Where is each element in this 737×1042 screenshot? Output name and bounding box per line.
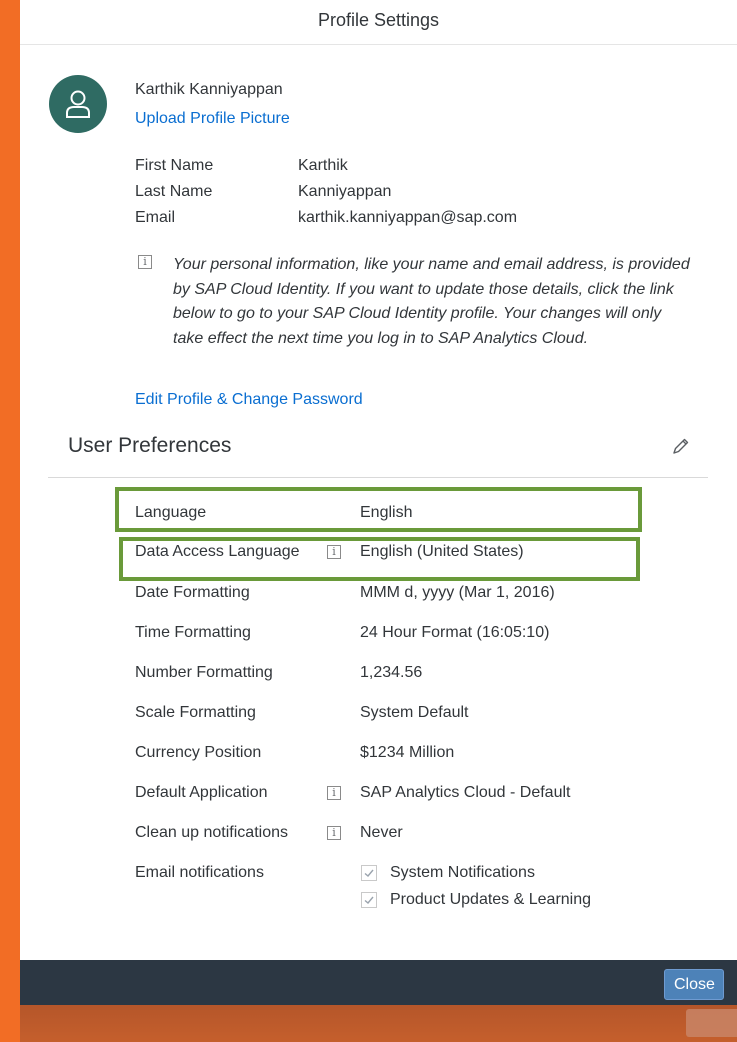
background-reflection [20, 1005, 737, 1042]
last-name-value: Kanniyappan [298, 183, 392, 200]
first-name-label: First Name [135, 157, 214, 174]
default-application-label: Default Application [135, 784, 268, 801]
language-highlight-box [115, 487, 642, 532]
close-button-reflection [686, 1009, 737, 1037]
pencil-icon[interactable] [671, 436, 691, 456]
time-formatting-value: 24 Hour Format (16:05:10) [360, 624, 550, 641]
data-access-language-highlight-box [119, 537, 640, 581]
info-icon[interactable]: i [327, 826, 341, 840]
system-notifications-label: System Notifications [390, 864, 535, 881]
person-icon [66, 90, 90, 118]
dialog-header: Profile Settings [20, 0, 737, 45]
date-formatting-label: Date Formatting [135, 584, 250, 601]
currency-position-label: Currency Position [135, 744, 262, 761]
info-icon[interactable]: i [327, 786, 341, 800]
scale-formatting-label: Scale Formatting [135, 704, 256, 721]
clean-up-notifications-value: Never [360, 824, 403, 841]
number-formatting-value: 1,234.56 [360, 664, 423, 681]
clean-up-notifications-label: Clean up notifications [135, 824, 288, 841]
last-name-label: Last Name [135, 183, 213, 200]
upload-profile-picture-link[interactable]: Upload Profile Picture [135, 110, 290, 128]
close-button[interactable]: Close [664, 969, 724, 1000]
date-formatting-value: MMM d, yyyy (Mar 1, 2016) [360, 584, 555, 601]
profile-info-text: Your personal information, like your nam… [173, 256, 690, 347]
avatar [49, 75, 107, 133]
profile-settings-dialog: Profile Settings Karthik Kanniyappan Upl… [20, 0, 737, 1005]
checkmark-icon [364, 896, 374, 904]
currency-position-value: $1234 Million [360, 744, 455, 761]
dialog-footer [20, 960, 737, 1005]
scale-formatting-value: System Default [360, 704, 469, 721]
profile-name: Karthik Kanniyappan [135, 81, 283, 98]
first-name-value: Karthik [298, 157, 348, 174]
product-updates-checkbox[interactable] [361, 892, 377, 908]
user-preferences-title: User Preferences [68, 434, 232, 457]
info-icon: i [138, 255, 152, 269]
email-value: karthik.kanniyappan@sap.com [298, 209, 518, 226]
checkmark-icon [364, 869, 374, 877]
default-application-value: SAP Analytics Cloud - Default [360, 784, 571, 801]
product-updates-label: Product Updates & Learning [390, 891, 592, 908]
email-notifications-label: Email notifications [135, 864, 264, 881]
time-formatting-label: Time Formatting [135, 624, 251, 641]
edit-profile-link[interactable]: Edit Profile & Change Password [135, 391, 363, 409]
system-notifications-checkbox[interactable] [361, 865, 377, 881]
email-label: Email [135, 209, 176, 226]
number-formatting-label: Number Formatting [135, 664, 273, 681]
section-divider [48, 477, 708, 478]
dialog-title: Profile Settings [317, 10, 440, 30]
